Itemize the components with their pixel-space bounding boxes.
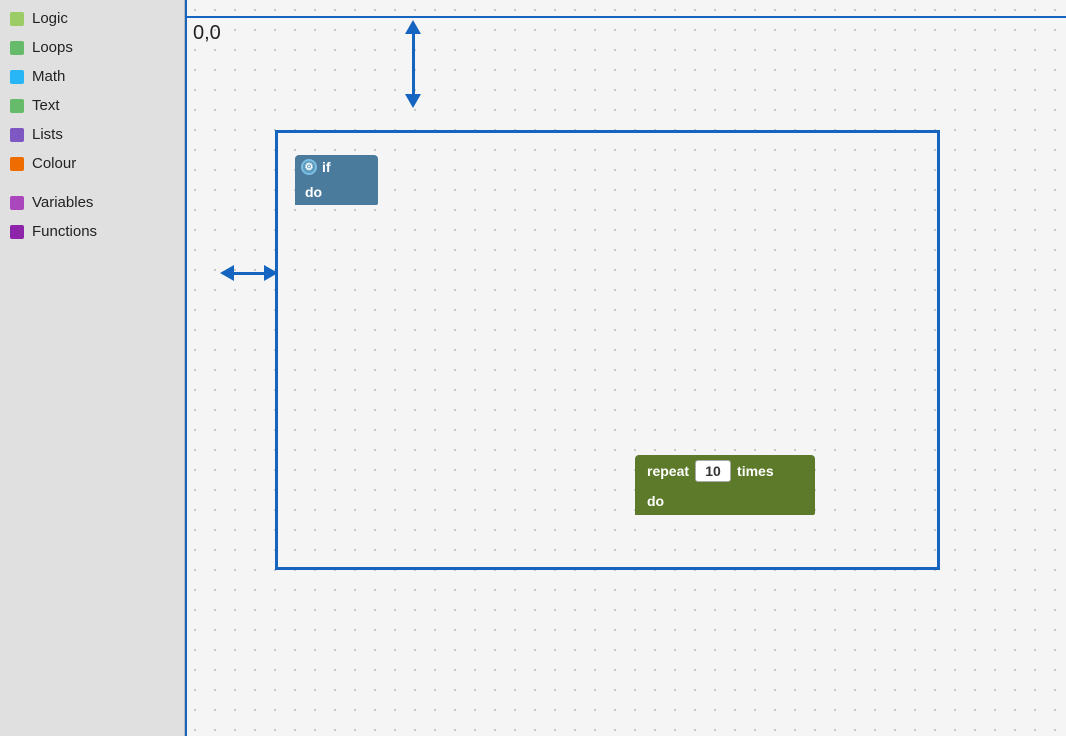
repeat-connector [674, 497, 692, 506]
sidebar-item-math[interactable]: Math [0, 62, 184, 91]
resize-horizontal-arrow[interactable] [220, 265, 278, 281]
repeat-label: repeat [647, 463, 689, 479]
text-color-dot [10, 99, 24, 113]
if-notch [356, 162, 368, 172]
vertical-guide-line [185, 0, 187, 736]
functions-label: Functions [32, 223, 97, 240]
variables-color-dot [10, 196, 24, 210]
math-label: Math [32, 68, 65, 85]
repeat-count-input[interactable]: 10 [695, 460, 731, 482]
do-label: do [305, 184, 322, 200]
sidebar-item-colour[interactable]: Colour [0, 149, 184, 178]
functions-color-dot [10, 225, 24, 239]
gear-icon[interactable]: ⚙ [301, 159, 317, 175]
if-connector [332, 188, 352, 196]
colour-label: Colour [32, 155, 76, 172]
text-label: Text [32, 97, 60, 114]
repeat-block[interactable]: repeat 10 times do [635, 455, 815, 515]
if-label: if [322, 159, 331, 175]
sidebar-item-text[interactable]: Text [0, 91, 184, 120]
coord-label: 0,0 [193, 22, 221, 45]
sidebar-item-loops[interactable]: Loops [0, 33, 184, 62]
if-block-bottom[interactable]: do [295, 179, 378, 205]
sidebar-item-functions[interactable]: Functions [0, 217, 184, 246]
if-block-top[interactable]: ⚙ if [295, 155, 378, 179]
horizontal-guide-line [185, 16, 1066, 18]
loops-label: Loops [32, 39, 73, 56]
math-color-dot [10, 70, 24, 84]
loops-color-dot [10, 41, 24, 55]
lists-label: Lists [32, 126, 63, 143]
sidebar-item-lists[interactable]: Lists [0, 120, 184, 149]
sidebar-item-logic[interactable]: Logic [0, 4, 184, 33]
resize-vertical-arrow[interactable] [405, 20, 421, 108]
times-label: times [737, 463, 774, 479]
sidebar: Logic Loops Math Text Lists Colour Variables Fu… [0, 0, 185, 736]
do-label-repeat: do [647, 493, 664, 509]
sidebar-item-variables[interactable]: Variables [0, 188, 184, 217]
repeat-block-bottom[interactable]: do [635, 487, 815, 515]
main-canvas[interactable]: 0,0 ⚙ if do repeat 10 times do [185, 0, 1066, 736]
repeat-block-top[interactable]: repeat 10 times [635, 455, 815, 487]
variables-label: Variables [32, 194, 93, 211]
lists-color-dot [10, 128, 24, 142]
logic-color-dot [10, 12, 24, 26]
if-block[interactable]: ⚙ if do [295, 155, 378, 205]
colour-color-dot [10, 157, 24, 171]
logic-label: Logic [32, 10, 68, 27]
